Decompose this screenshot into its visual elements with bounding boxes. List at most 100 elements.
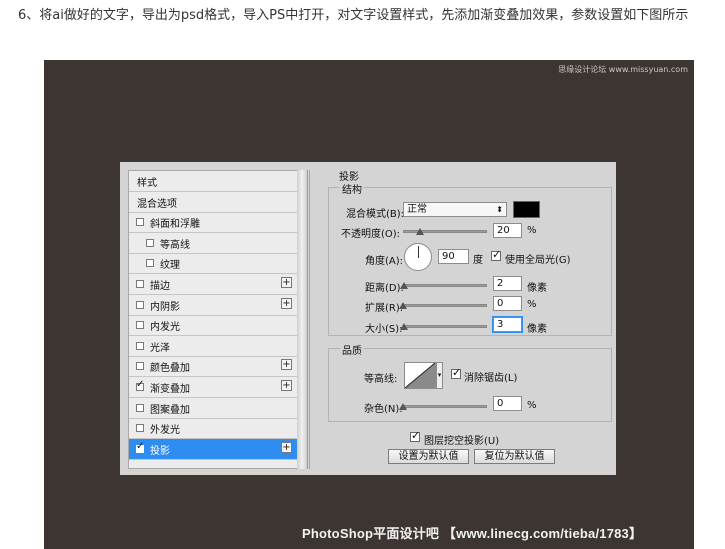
spread-slider[interactable]: [403, 304, 487, 307]
spread-input[interactable]: 0: [493, 296, 522, 311]
make-default-button[interactable]: 设置为默认值: [388, 449, 469, 464]
opacity-label: 不透明度(O):: [341, 229, 401, 240]
global-light-label: 使用全局光(G): [505, 255, 571, 266]
quality-title: 品质: [340, 342, 364, 357]
spread-label: 扩展(R):: [365, 303, 404, 314]
add-effect-plus-icon[interactable]: +: [281, 380, 292, 391]
style-checkbox[interactable]: [136, 362, 144, 370]
style-checkbox[interactable]: [136, 404, 144, 412]
opacity-unit: %: [527, 225, 537, 236]
distance-slider[interactable]: [403, 284, 487, 287]
style-checkbox[interactable]: [136, 280, 144, 288]
styles-scrollbar[interactable]: [297, 170, 308, 469]
style-item-label: 渐变叠加: [150, 383, 190, 395]
style-item[interactable]: 外发光: [129, 418, 297, 439]
reset-default-button[interactable]: 复位为默认值: [474, 449, 555, 464]
style-item-label: 等高线: [160, 239, 190, 251]
style-checkbox[interactable]: [136, 441, 144, 453]
style-checkbox[interactable]: [136, 342, 144, 350]
angle-input[interactable]: 90: [438, 249, 469, 264]
style-item[interactable]: 样式: [129, 171, 297, 192]
style-checkbox[interactable]: [136, 218, 144, 226]
article-paragraph: 6、将ai做好的文字，导出为psd格式，导入PS中打开，对文字设置样式，先添加渐…: [18, 8, 689, 23]
style-item[interactable]: 等高线: [129, 233, 297, 254]
screenshot-canvas: 思缘设计论坛 www.missyuan.com 样式混合选项斜面和浮雕等高线纹理…: [44, 60, 694, 549]
style-item[interactable]: 光泽: [129, 336, 297, 357]
add-effect-plus-icon[interactable]: +: [281, 442, 292, 453]
panel-divider: [309, 170, 310, 469]
knockout-checkbox[interactable]: [410, 429, 420, 442]
global-light-checkbox[interactable]: [491, 248, 501, 261]
knockout-label: 图层挖空投影(U): [424, 436, 500, 447]
style-item[interactable]: 渐变叠加 +: [129, 377, 297, 398]
style-item-label: 样式: [137, 177, 157, 189]
contour-preview[interactable]: [404, 362, 436, 389]
size-label: 大小(S):: [365, 324, 403, 335]
style-item[interactable]: 描边 +: [129, 274, 297, 295]
style-item[interactable]: 纹理: [129, 253, 297, 274]
antialias-checkbox[interactable]: [451, 366, 461, 379]
caret-down-icon: ▾: [437, 371, 442, 379]
style-checkbox[interactable]: [136, 301, 144, 309]
add-effect-plus-icon[interactable]: +: [281, 277, 292, 288]
style-item-label: 内阴影: [150, 301, 180, 313]
noise-unit: %: [527, 400, 537, 411]
style-checkbox[interactable]: [136, 379, 144, 391]
style-checkbox[interactable]: [136, 321, 144, 329]
style-checkbox[interactable]: [146, 239, 154, 247]
style-item[interactable]: 斜面和浮雕: [129, 212, 297, 233]
add-effect-plus-icon[interactable]: +: [281, 298, 292, 309]
antialias-label: 消除锯齿(L): [464, 373, 518, 384]
opacity-slider-thumb[interactable]: [415, 228, 424, 235]
style-item-label: 斜面和浮雕: [150, 218, 200, 230]
spread-slider-thumb[interactable]: [399, 302, 407, 309]
style-item-label: 投影: [150, 445, 170, 457]
noise-slider-thumb[interactable]: [399, 403, 407, 410]
style-item[interactable]: 内发光: [129, 315, 297, 336]
opacity-input[interactable]: 20: [493, 223, 522, 238]
structure-title: 结构: [340, 181, 364, 196]
distance-input[interactable]: 2: [493, 276, 522, 291]
style-checkbox[interactable]: [136, 424, 144, 432]
watermark-top: 思缘设计论坛 www.missyuan.com: [558, 65, 688, 74]
noise-slider[interactable]: [403, 405, 487, 408]
angle-needle: [418, 246, 419, 258]
size-slider-thumb[interactable]: [399, 323, 408, 330]
style-item-label: 纹理: [160, 259, 180, 271]
style-item[interactable]: 混合选项: [129, 192, 297, 213]
contour-dropdown[interactable]: ▾: [436, 362, 443, 389]
angle-unit: 度: [473, 255, 483, 266]
watermark-bottom: PhotoShop平面设计吧 【www.linecg.com/tieba/178…: [302, 526, 643, 541]
noise-input[interactable]: 0: [493, 396, 522, 411]
style-item[interactable]: 图案叠加: [129, 398, 297, 419]
contour-curve-icon: [405, 363, 435, 388]
shadow-color-swatch[interactable]: [513, 201, 540, 218]
angle-label: 角度(A):: [365, 256, 404, 267]
size-input[interactable]: 3: [492, 316, 523, 333]
style-item[interactable]: 投影 +: [129, 439, 297, 460]
distance-slider-thumb[interactable]: [399, 282, 408, 289]
style-item-label: 光泽: [150, 342, 170, 354]
style-item-label: 描边: [150, 280, 170, 292]
blend-mode-value: 正常: [407, 204, 427, 215]
layer-style-dialog: 样式混合选项斜面和浮雕等高线纹理描边 + 内阴影 + 内发光光泽颜色叠加 + 渐变叠加 + 图案…: [120, 162, 616, 475]
size-unit: 像素: [527, 324, 547, 335]
style-item[interactable]: 颜色叠加 +: [129, 356, 297, 377]
style-item-label: 外发光: [150, 424, 180, 436]
style-item-label: 混合选项: [137, 198, 177, 210]
style-item-label: 图案叠加: [150, 404, 190, 416]
blend-mode-label: 混合模式(B):: [346, 209, 405, 220]
distance-label: 距离(D):: [365, 283, 404, 294]
styles-list: 样式混合选项斜面和浮雕等高线纹理描边 + 内阴影 + 内发光光泽颜色叠加 + 渐变叠加 + 图案…: [128, 170, 298, 469]
spread-unit: %: [527, 299, 537, 310]
noise-label: 杂色(N):: [364, 404, 403, 415]
add-effect-plus-icon[interactable]: +: [281, 359, 292, 370]
angle-dial[interactable]: [404, 243, 432, 271]
style-item-label: 颜色叠加: [150, 362, 190, 374]
style-checkbox[interactable]: [146, 259, 154, 267]
size-slider[interactable]: [403, 325, 487, 328]
style-item[interactable]: 内阴影 +: [129, 295, 297, 316]
style-item-label: 内发光: [150, 321, 180, 333]
chevron-updown-icon: ⬍: [496, 205, 503, 214]
blend-mode-select[interactable]: 正常 ⬍: [403, 202, 507, 217]
